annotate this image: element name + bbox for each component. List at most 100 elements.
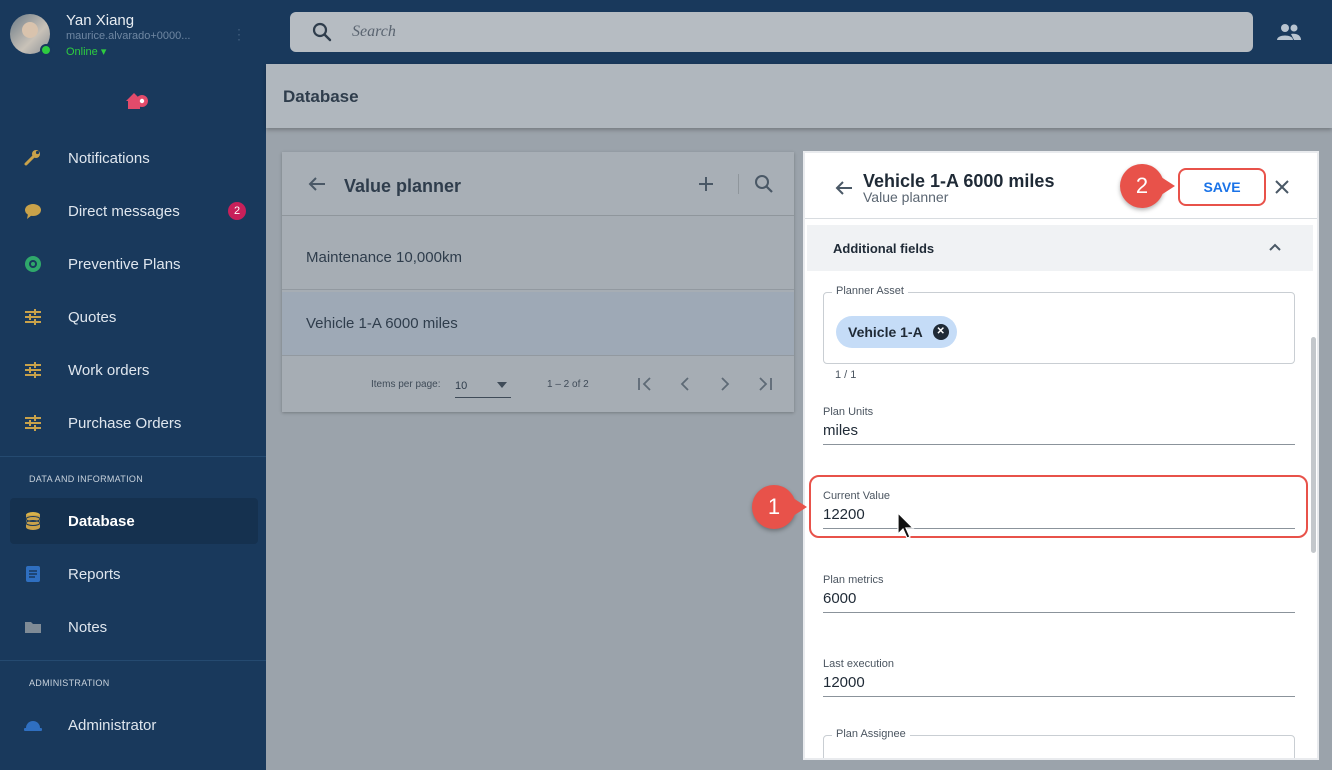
sidebar-item-label: Direct messages [68, 202, 180, 220]
paginator: Items per page: 10 1 – 2 of 2 [282, 356, 794, 412]
step-badge-1: 1 [752, 485, 807, 529]
sidebar-item-reports[interactable]: Reports [10, 551, 258, 597]
sidebar-item-label: Preventive Plans [68, 255, 181, 273]
list-item-label: Maintenance 10,000km [306, 249, 462, 266]
search-icon[interactable] [754, 174, 774, 194]
divider [738, 174, 739, 194]
user-profile[interactable]: Yan Xiang maurice.alvarado+0000... Onlin… [0, 0, 266, 64]
sliders-icon [22, 306, 44, 328]
list-item[interactable]: Maintenance 10,000km [282, 226, 794, 290]
close-icon[interactable] [1272, 177, 1292, 197]
items-per-page-label: Items per page: [371, 379, 441, 390]
unread-badge: 2 [228, 202, 246, 220]
scrollbar[interactable] [1311, 337, 1316, 553]
wrench-icon [22, 147, 44, 169]
sliders-icon [22, 412, 44, 434]
sidebar-item-label: Administrator [68, 716, 157, 734]
chevron-up-icon[interactable] [1267, 239, 1283, 255]
list-item-selected[interactable]: Vehicle 1-A 6000 miles [282, 292, 794, 356]
step-badge-2: 2 [1120, 164, 1175, 208]
sidebar-item-notifications[interactable]: Notifications [10, 135, 258, 181]
field-underline [823, 696, 1295, 697]
first-page-icon[interactable] [635, 374, 655, 394]
sidebar-item-label: Database [68, 512, 135, 530]
field-label: Plan Units [823, 406, 874, 418]
chip-label: Vehicle 1-A [848, 324, 923, 340]
prev-page-icon[interactable] [675, 374, 695, 394]
field-label: Plan metrics [823, 574, 884, 586]
plan-assignee-field[interactable]: Plan Assignee [823, 728, 1295, 758]
detail-header: Vehicle 1-A 6000 miles Value planner SAV… [805, 153, 1317, 219]
remove-chip-icon[interactable]: ✕ [932, 324, 949, 340]
section-title: Additional fields [833, 241, 935, 256]
field-value[interactable]: 6000 [823, 590, 856, 607]
sidebar-item-label: Notifications [68, 149, 150, 167]
next-page-icon[interactable] [715, 374, 735, 394]
sidebar-item-label: Notes [68, 618, 108, 636]
sidebar-item-direct-messages[interactable]: Direct messages 2 [10, 188, 258, 234]
divider [0, 456, 266, 457]
sidebar-item-work-orders[interactable]: Work orders [10, 347, 258, 393]
top-bar [266, 0, 1332, 64]
items-per-page-select[interactable]: 10 [455, 372, 511, 398]
user-status-dropdown[interactable]: Online ▾ [66, 45, 106, 58]
list-title: Value planner [344, 176, 462, 196]
value-planner-list: Value planner Maintenance 10,000km Vehic… [282, 152, 794, 412]
sidebar-item-label: Work orders [68, 361, 150, 379]
asset-chip[interactable]: Vehicle 1-A ✕ [836, 316, 957, 348]
step-number: 2 [1135, 173, 1149, 198]
mouse-cursor-icon [897, 512, 915, 539]
list-item-label: Vehicle 1-A 6000 miles [306, 315, 458, 332]
field-label: Planner Asset [832, 285, 908, 297]
additional-fields-header[interactable]: Additional fields [807, 225, 1313, 271]
field-value[interactable]: miles [823, 422, 858, 439]
step-pointer [793, 498, 807, 516]
user-name: Yan Xiang [66, 12, 135, 29]
preventive-plans-icon [22, 253, 44, 275]
planner-asset-field[interactable]: Planner Asset Vehicle 1-A ✕ [823, 285, 1295, 364]
page-header: Database [266, 64, 1332, 128]
items-per-page-value: 10 [455, 380, 468, 392]
search-icon [312, 22, 332, 42]
admin-helmet-icon [22, 714, 44, 736]
range-label: 1 – 2 of 2 [547, 379, 589, 390]
chat-bubble-icon [22, 200, 44, 222]
search-input[interactable] [352, 12, 1232, 52]
sidebar-item-notes[interactable]: Notes [10, 604, 258, 650]
field-underline [823, 444, 1295, 445]
sidebar: Yan Xiang maurice.alvarado+0000... Onlin… [0, 0, 266, 770]
sliders-icon [22, 359, 44, 381]
divider [0, 660, 266, 661]
asset-counter: 1 / 1 [835, 369, 857, 381]
sidebar-item-administrator[interactable]: Administrator [10, 702, 258, 748]
people-icon[interactable] [1276, 20, 1302, 44]
folder-icon [22, 616, 44, 638]
back-arrow-icon[interactable] [833, 177, 855, 199]
step-pointer [1161, 177, 1175, 195]
save-button[interactable]: SAVE [1178, 168, 1266, 206]
more-options-icon[interactable]: ⋮ [232, 26, 246, 43]
section-title-admin: ADMINISTRATION [29, 678, 110, 688]
sidebar-item-label: Purchase Orders [68, 414, 182, 432]
back-arrow-icon[interactable] [306, 173, 328, 195]
add-icon[interactable] [696, 174, 716, 194]
sidebar-item-quotes[interactable]: Quotes [10, 294, 258, 340]
sidebar-item-database[interactable]: Database [10, 498, 258, 544]
dropdown-arrow-icon [497, 382, 507, 388]
sidebar-item-label: Reports [68, 565, 121, 583]
sidebar-item-purchase-orders[interactable]: Purchase Orders [10, 400, 258, 446]
sidebar-item-preventive-plans[interactable]: Preventive Plans [10, 241, 258, 287]
field-underline [823, 612, 1295, 613]
highlight-current-value [809, 475, 1308, 538]
last-page-icon[interactable] [755, 374, 775, 394]
home-icon[interactable] [124, 90, 150, 112]
database-icon [22, 510, 44, 532]
field-value[interactable]: 12000 [823, 674, 865, 691]
detail-subtitle: Value planner [863, 189, 949, 205]
section-title-data: DATA AND INFORMATION [29, 474, 144, 484]
search-bar[interactable] [290, 12, 1253, 52]
sidebar-item-label: Quotes [68, 308, 117, 326]
user-email: maurice.alvarado+0000... [66, 30, 191, 42]
online-status-dot [40, 44, 52, 56]
list-header: Value planner [282, 152, 794, 216]
